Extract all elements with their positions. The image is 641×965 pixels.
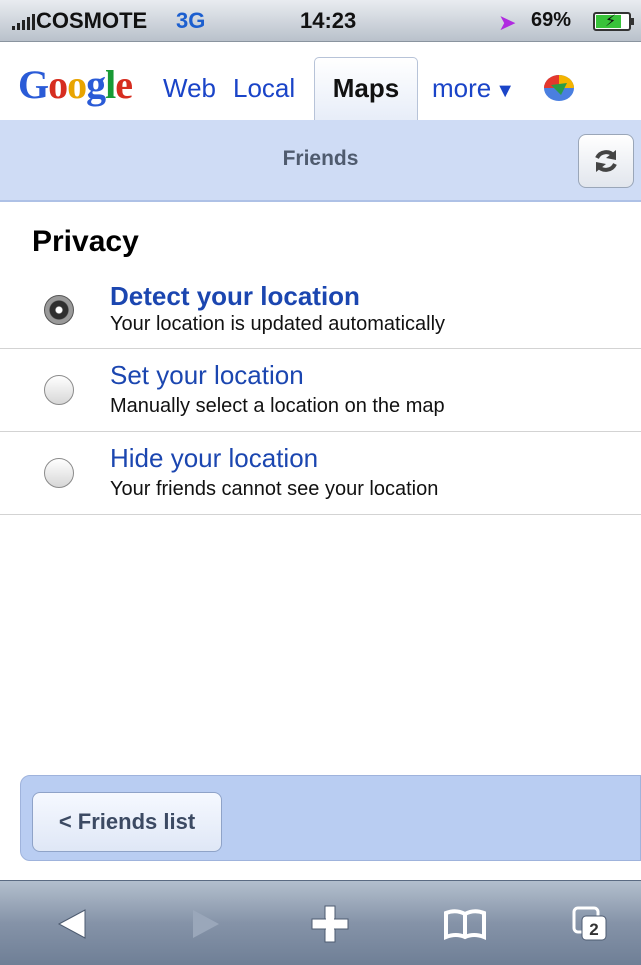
add-icon [311,905,349,942]
forward-arrow-icon [193,909,219,938]
nav-more-menu[interactable]: more ▼ [432,73,515,104]
status-time: 14:23 [300,8,357,33]
battery-charging-icon: ⚡ [593,12,634,31]
bottom-bar: < Friends list [20,775,641,861]
battery-percent: 69% [531,9,572,31]
google-nav: Google Web Local Maps more ▼ [0,43,641,121]
option-description: Your location is updated automatically [110,313,446,335]
nav-tab-maps[interactable]: Maps [314,57,418,121]
google-logo[interactable]: Google [18,61,133,108]
safari-toolbar: 2 [0,880,641,965]
option-title[interactable]: Hide your location [110,443,318,474]
privacy-heading: Privacy [32,225,139,258]
nav-link-local[interactable]: Local [233,73,295,104]
back-arrow-icon [57,908,86,939]
radio-set-location[interactable] [44,375,74,405]
friends-list-button[interactable]: < Friends list [32,792,222,852]
pages-icon: 2 [572,906,607,940]
refresh-button[interactable] [578,134,634,188]
friends-toolbar: Friends [0,120,641,202]
option-title[interactable]: Set your location [110,360,304,391]
add-bookmark-button[interactable] [285,881,375,965]
refresh-icon [595,150,617,172]
radio-hide-location[interactable] [44,458,74,488]
bookmarks-button[interactable] [420,881,510,965]
bookmarks-icon [444,908,486,940]
radio-detect-location[interactable] [44,295,74,325]
network-type: 3G [176,8,206,33]
option-description: Manually select a location on the map [110,395,445,417]
pages-count: 2 [589,920,598,939]
forward-button[interactable] [160,881,250,965]
pages-button[interactable]: 2 [545,881,635,965]
option-hide-location[interactable]: Hide your location Your friends cannot s… [0,431,641,515]
toolbar-title: Friends [282,147,359,170]
carrier-name: COSMOTE [36,8,148,33]
option-detect-location[interactable]: Detect your location Your location is up… [0,265,641,349]
caret-down-icon: ▼ [495,80,516,102]
location-arrow-icon: ➤ [498,10,517,35]
option-description: Your friends cannot see your location [110,478,439,500]
nav-link-web[interactable]: Web [163,73,216,104]
signal-icon [12,14,35,30]
nav-more-label: more [432,73,492,103]
option-title[interactable]: Detect your location [110,281,360,312]
option-set-location[interactable]: Set your location Manually select a loca… [0,348,641,432]
back-button[interactable] [28,881,118,965]
latitude-icon[interactable] [541,73,577,103]
status-bar: COSMOTE 3G 14:23 ➤ 69% ⚡ [0,0,641,42]
